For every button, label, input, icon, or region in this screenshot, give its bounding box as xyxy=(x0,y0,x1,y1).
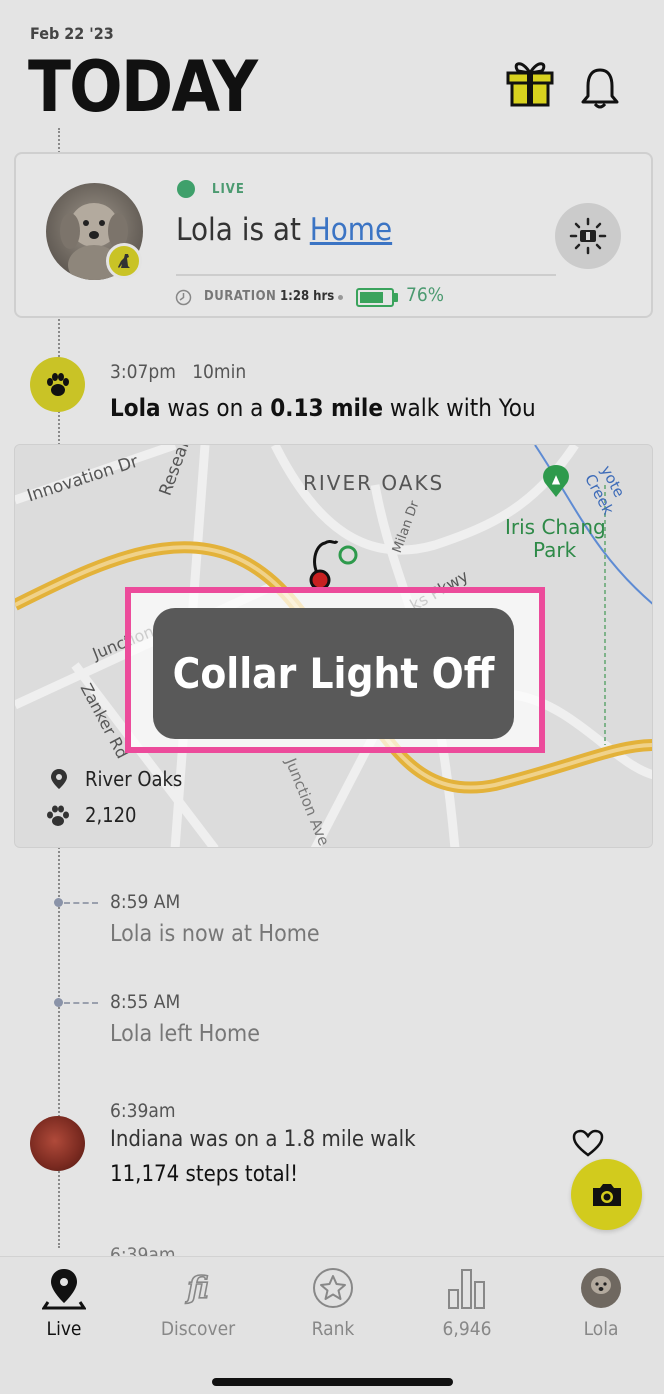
dog-avatar-icon xyxy=(581,1268,621,1308)
live-indicator-dot xyxy=(177,180,195,198)
star-icon xyxy=(313,1268,353,1308)
status-prefix: Lola is at xyxy=(176,212,301,248)
tab-rank[interactable]: Rank xyxy=(278,1266,388,1340)
dog-sitting-icon xyxy=(106,243,142,279)
duration-label: DURATION xyxy=(204,289,277,304)
walk-description: Lola was on a 0.13 mile walk with You xyxy=(110,394,536,422)
bar-chart-icon xyxy=(448,1269,485,1309)
location-link[interactable]: Home xyxy=(310,212,392,248)
friend-walk-desc: Indiana was on a 1.8 mile walk xyxy=(110,1127,416,1152)
heart-icon[interactable] xyxy=(572,1129,604,1161)
map-label-river-oaks: RIVER OAKS xyxy=(303,471,445,495)
svg-text:fi: fi xyxy=(185,1271,209,1306)
walk-desc-mid1: was on a xyxy=(160,394,271,422)
gift-icon[interactable] xyxy=(504,55,556,111)
walk-start-time: 3:07pm xyxy=(110,361,176,383)
event-dot xyxy=(54,898,63,907)
map-label-park-2: Park xyxy=(533,538,577,562)
event-dash xyxy=(64,902,98,904)
battery-fill xyxy=(360,292,383,303)
event-text: Lola is now at Home xyxy=(110,921,320,947)
battery-icon xyxy=(356,288,394,307)
collar-light-button[interactable] xyxy=(555,203,621,269)
friend-walk-time: 6:39am xyxy=(110,1100,176,1122)
event-time: 8:55 AM xyxy=(110,991,181,1013)
location-status: Lola is at Home xyxy=(176,212,392,248)
battery-tip xyxy=(394,293,398,302)
clock-icon xyxy=(175,289,192,310)
battery-percent: 76% xyxy=(406,284,444,306)
walk-dog-name: Lola xyxy=(110,394,161,422)
collar-light-toast: Collar Light Off xyxy=(153,608,514,739)
event-dot xyxy=(54,998,63,1007)
tab-live-label: Live xyxy=(46,1318,82,1340)
paw-steps-icon xyxy=(44,804,72,832)
duration-value: 1:28 hrs xyxy=(280,289,335,304)
map-label-park: Iris Chang xyxy=(505,515,606,539)
walk-steps: 2,120 xyxy=(85,803,137,827)
tab-stats[interactable]: 6,946 xyxy=(412,1266,522,1340)
collar-light-icon xyxy=(569,217,607,255)
home-indicator xyxy=(212,1378,453,1386)
friend-avatar[interactable] xyxy=(30,1116,85,1171)
page-title: TODAY xyxy=(28,46,258,128)
tab-stats-label: 6,946 xyxy=(442,1318,492,1340)
event-time: 8:59 AM xyxy=(110,891,181,913)
svg-text:▲: ▲ xyxy=(552,472,561,486)
location-pin-icon xyxy=(50,768,68,794)
location-pin-icon xyxy=(42,1269,86,1310)
bell-icon[interactable] xyxy=(578,66,622,114)
separator-dot xyxy=(338,295,343,300)
tab-discover[interactable]: fi Discover xyxy=(143,1266,253,1340)
walk-time: 3:07pm 10min xyxy=(110,361,246,383)
tab-rank-label: Rank xyxy=(311,1318,355,1340)
walk-duration: 10min xyxy=(192,361,247,383)
walk-desc-mid2: walk with You xyxy=(382,394,536,422)
camera-button[interactable] xyxy=(571,1159,642,1230)
card-divider xyxy=(176,274,556,276)
date-label: Feb 22 '23 xyxy=(30,24,114,43)
paw-icon xyxy=(30,357,85,412)
walk-distance: 0.13 mile xyxy=(270,394,383,422)
event-dash xyxy=(64,1002,98,1004)
tab-profile[interactable]: Lola xyxy=(546,1266,656,1340)
walk-location: River Oaks xyxy=(85,767,183,791)
camera-icon xyxy=(592,1183,621,1206)
tab-discover-label: Discover xyxy=(160,1318,236,1340)
friend-walk-steps: 11,174 steps total! xyxy=(110,1162,299,1187)
tab-live[interactable]: Live xyxy=(9,1266,119,1340)
live-label: LIVE xyxy=(212,182,245,197)
fi-logo-icon: fi xyxy=(184,1270,209,1307)
event-text: Lola left Home xyxy=(110,1021,260,1047)
tab-profile-label: Lola xyxy=(583,1318,619,1340)
